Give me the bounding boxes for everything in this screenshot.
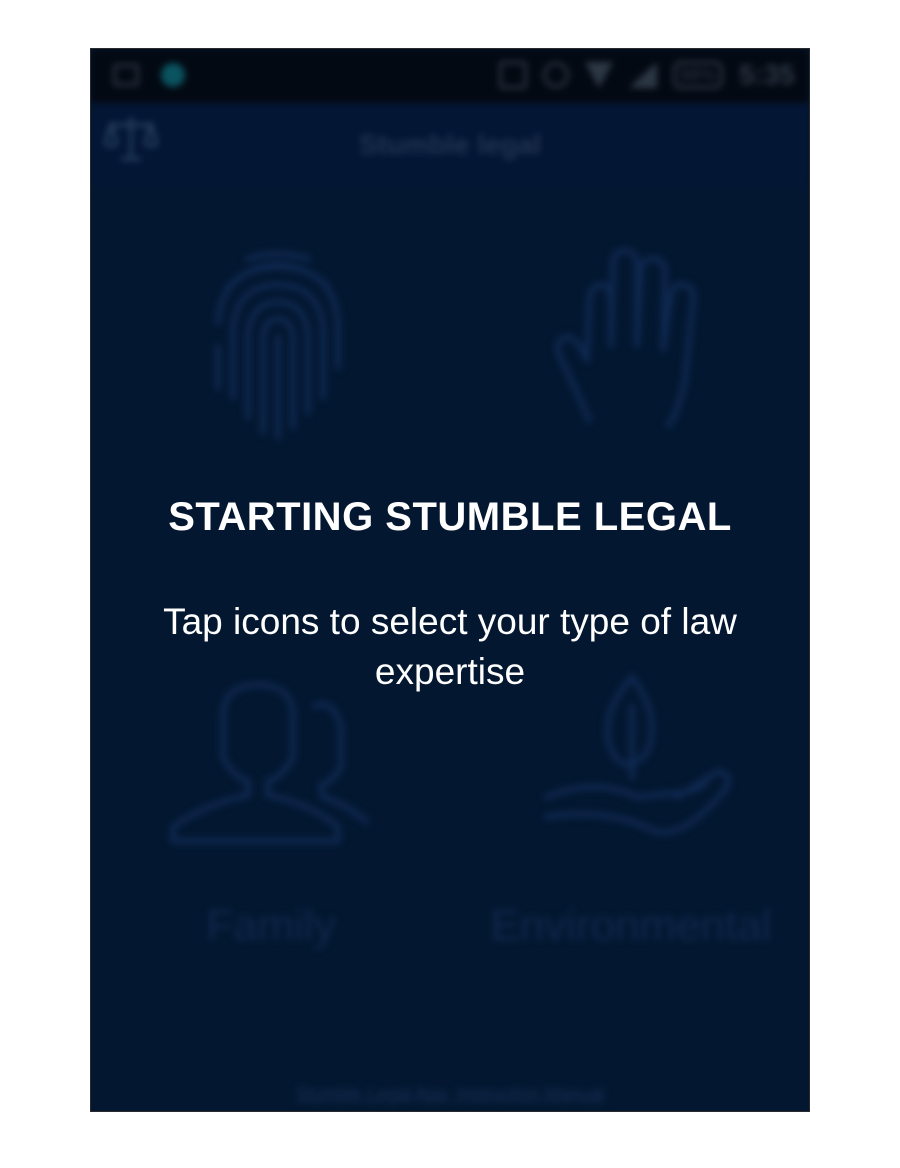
overlay-title: STARTING STUMBLE LEGAL (168, 495, 732, 539)
instruction-overlay[interactable]: STARTING STUMBLE LEGAL Tap icons to sele… (91, 49, 809, 1111)
overlay-instruction: Tap icons to select your type of law exp… (163, 601, 737, 692)
phone-screen: 98% 5:35 Stumble legal Family Environmen… (90, 48, 810, 1112)
